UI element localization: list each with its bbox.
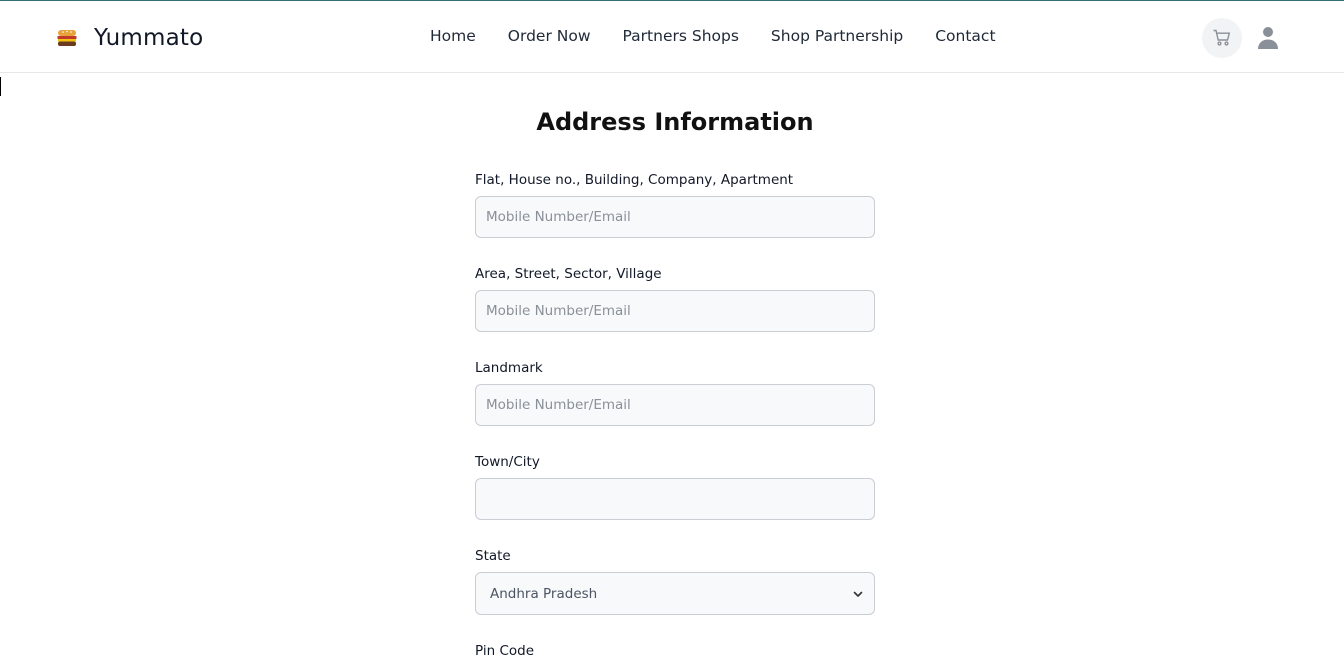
field-flat: Flat, House no., Building, Company, Apar… <box>475 171 875 238</box>
field-pincode: Pin Code <box>475 642 875 660</box>
field-label: Landmark <box>475 360 543 376</box>
field-label: State <box>475 548 511 564</box>
field-town-city: Town/City <box>475 453 875 520</box>
area-input[interactable] <box>475 290 875 332</box>
brand[interactable]: Yummato <box>56 23 203 53</box>
field-label: Flat, House no., Building, Company, Apar… <box>475 172 794 188</box>
cart-button[interactable] <box>1202 18 1242 58</box>
page-title: Address Information <box>536 108 814 136</box>
nav-partners-shops[interactable]: Partners Shops <box>623 27 739 45</box>
state-select[interactable]: Andhra Pradesh <box>475 572 875 615</box>
field-area: Area, Street, Sector, Village <box>475 265 875 332</box>
field-state: State Andhra Pradesh <box>475 547 875 615</box>
chevron-down-icon <box>853 591 863 597</box>
nav-home[interactable]: Home <box>430 27 476 45</box>
field-label: Town/City <box>475 454 540 470</box>
text-cursor <box>0 77 1 96</box>
town-city-input[interactable] <box>475 478 875 520</box>
flat-input[interactable] <box>475 196 875 238</box>
brand-name: Yummato <box>94 25 204 51</box>
user-icon <box>1258 27 1278 49</box>
cart-icon <box>1213 29 1231 46</box>
nav-shop-partnership[interactable]: Shop Partnership <box>771 27 903 45</box>
burger-logo-icon <box>57 30 77 46</box>
site-header: Yummato Home Order Now Partners Shops Sh… <box>0 1 1344 73</box>
landmark-input[interactable] <box>475 384 875 426</box>
field-label: Area, Street, Sector, Village <box>475 266 662 282</box>
user-button[interactable] <box>1256 25 1280 51</box>
field-landmark: Landmark <box>475 359 875 426</box>
main-nav: Home Order Now Partners Shops Shop Partn… <box>430 27 996 45</box>
nav-contact[interactable]: Contact <box>935 27 995 45</box>
state-selected-value: Andhra Pradesh <box>490 585 598 602</box>
nav-order-now[interactable]: Order Now <box>508 27 591 45</box>
field-label: Pin Code <box>475 643 535 659</box>
